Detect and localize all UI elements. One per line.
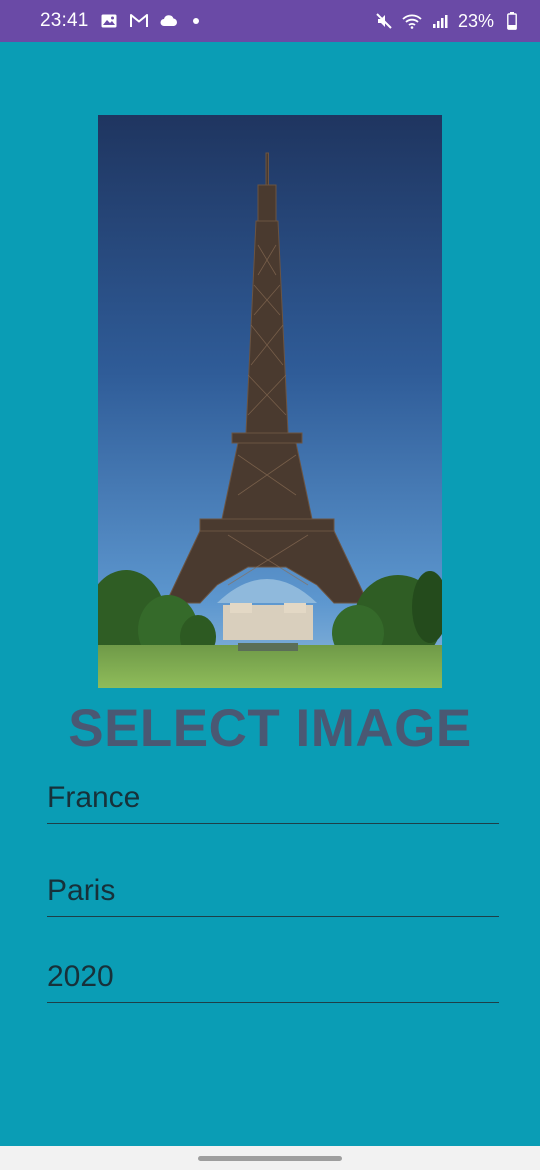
signal-icon [430,11,450,31]
image-icon [99,11,119,31]
notification-dot-icon [192,18,199,24]
country-input[interactable] [47,781,499,815]
year-input[interactable] [47,960,499,994]
cloud-icon [159,11,179,31]
battery-icon [502,11,522,31]
eiffel-tower-photo[interactable] [98,115,442,688]
status-time: 23:41 [40,10,89,31]
navigation-bar [0,1146,540,1170]
status-right: 23% [374,11,522,32]
mute-icon [374,11,394,31]
year-field[interactable] [47,957,499,1003]
country-field[interactable] [47,778,499,824]
city-input[interactable] [47,874,499,908]
wifi-icon [402,11,422,31]
battery-percent: 23% [457,10,494,31]
status-left: 23:41 [40,10,199,32]
status-bar: 23:41 23% [0,0,540,42]
select-image-button[interactable]: SELECT IMAGE [0,696,540,762]
gmail-icon [129,11,149,31]
city-field[interactable] [47,871,499,917]
home-gesture-handle[interactable] [198,1155,342,1161]
